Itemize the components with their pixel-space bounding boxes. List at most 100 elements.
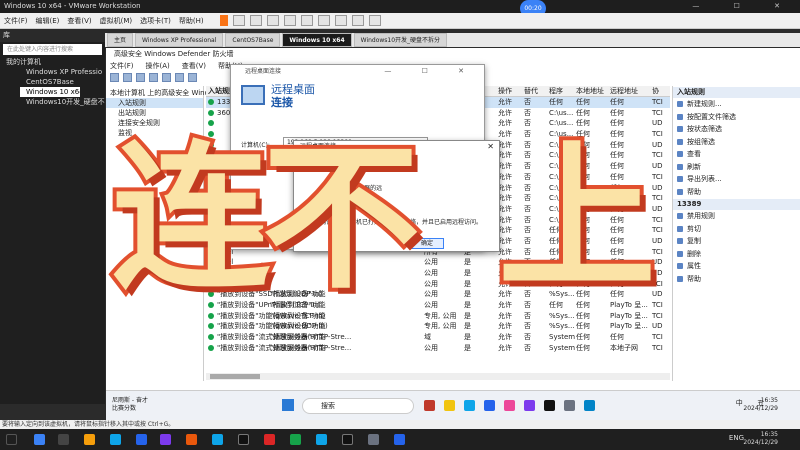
app-icon[interactable] (524, 400, 535, 411)
forward-icon[interactable] (123, 73, 132, 82)
library-root[interactable]: 我的计算机 (0, 57, 105, 67)
scroll-thumb[interactable] (210, 374, 260, 379)
fw-menu-view[interactable]: 查看(V) (182, 61, 206, 72)
action-item[interactable]: 按组筛选 (673, 136, 800, 149)
library-item[interactable]: CentOS7Base (0, 77, 105, 87)
unity-icon[interactable] (334, 15, 347, 26)
help-icon[interactable] (188, 73, 197, 82)
library-search-input[interactable]: 在此处键入内容进行搜索 (3, 44, 102, 55)
chrome-icon[interactable] (264, 434, 275, 445)
menu-edit[interactable]: 编辑(E) (36, 16, 60, 26)
app-icon[interactable] (504, 400, 515, 411)
revert-icon[interactable] (266, 15, 279, 26)
up-icon[interactable] (136, 73, 145, 82)
col-program[interactable]: 程序 (549, 86, 563, 97)
snapshot-icon[interactable] (249, 15, 262, 26)
library-item-selected[interactable]: Windows 10 x64 (20, 87, 80, 97)
close-icon[interactable]: ✕ (487, 142, 494, 151)
visual-studio-icon[interactable] (160, 434, 171, 445)
window-controls[interactable]: — ☐ ✕ (692, 0, 796, 13)
col-action[interactable]: 操作 (498, 86, 512, 97)
action-item[interactable]: 复制 (673, 235, 800, 248)
tab-home[interactable]: 主页 (107, 33, 134, 47)
menu-help[interactable]: 帮助(H) (179, 16, 204, 26)
stretch-icon[interactable] (368, 15, 381, 26)
tree-outbound[interactable]: 出站规则 (106, 108, 203, 118)
send-keys-icon[interactable] (232, 15, 245, 26)
col-override[interactable]: 替代 (524, 86, 538, 97)
menu-vm[interactable]: 虚拟机(M) (100, 16, 133, 26)
app-icon[interactable] (342, 434, 353, 445)
back-icon[interactable] (110, 73, 119, 82)
tab-win10dev[interactable]: Windows10开发_硬盘不拆分 (353, 33, 448, 47)
library-item[interactable]: Windows10开发_硬盘不 (0, 97, 105, 107)
action-item[interactable]: 新建规则... (673, 98, 800, 111)
terminal-icon[interactable] (238, 434, 249, 445)
fw-menu-file[interactable]: 文件(F) (110, 61, 134, 72)
tab-win10[interactable]: Windows 10 x64 (282, 33, 352, 47)
firefox-icon[interactable] (186, 434, 197, 445)
library-item[interactable]: Windows XP Professio (0, 67, 105, 77)
fw-menu-action[interactable]: 操作(A) (146, 61, 170, 72)
sidebar-toggle-icon[interactable] (300, 15, 313, 26)
search-icon[interactable] (58, 434, 69, 445)
app-icon[interactable] (316, 434, 327, 445)
action-item[interactable]: 按配置文件筛选 (673, 111, 800, 124)
app-icon[interactable] (368, 434, 379, 445)
host-lang[interactable]: ENG (729, 434, 744, 442)
export-icon[interactable] (175, 73, 184, 82)
windows-start-icon[interactable] (282, 399, 294, 411)
action-item[interactable]: 查看 (673, 148, 800, 161)
action-item[interactable]: 导出列表... (673, 173, 800, 186)
cell-local: 任何 (576, 343, 590, 352)
table-row[interactable]: "播放到设备"功能(qWave-UDP-In) "播放到设备"功能 专用, 公用是允… (206, 321, 670, 332)
wechat-icon[interactable] (290, 434, 301, 445)
app-icon[interactable] (212, 434, 223, 445)
menu-view[interactable]: 查看(V) (67, 16, 91, 26)
action-item[interactable]: 属性 (673, 260, 800, 273)
tab-centos[interactable]: CentOS7Base (225, 33, 281, 47)
action-item[interactable]: 禁用规则 (673, 210, 800, 223)
app-icon[interactable] (136, 434, 147, 445)
table-row[interactable]: "播放到设备"流式处理服务器(HTTP-Stre... "播放到设备"功能域是允许… (206, 332, 670, 343)
tree-inbound[interactable]: 入站规则 (106, 98, 203, 108)
start-icon[interactable] (34, 434, 45, 445)
terminal-icon[interactable] (544, 400, 555, 411)
edge-icon[interactable] (110, 434, 121, 445)
file-explorer-icon[interactable] (84, 434, 95, 445)
pause-icon[interactable] (219, 15, 228, 26)
action-item[interactable]: 剪切 (673, 223, 800, 236)
menu-tabs[interactable]: 选项卡(T) (140, 16, 171, 26)
file-explorer-icon[interactable] (444, 400, 455, 411)
tree-root[interactable]: 本地计算机 上的高级安全 Windows (106, 88, 223, 98)
action-item[interactable]: 帮助 (673, 273, 800, 286)
table-row[interactable]: "播放到设备"功能(qWave-TCP-In) "播放到设备"功能 专用, 公用是允… (206, 311, 670, 322)
tab-winxp[interactable]: Windows XP Professional (135, 33, 224, 47)
edge-icon[interactable] (464, 400, 475, 411)
vmware-icon[interactable] (394, 434, 405, 445)
manage-snapshot-icon[interactable] (283, 15, 296, 26)
col-remote[interactable]: 远程地址 (610, 86, 638, 97)
cell-ov: 否 (524, 108, 531, 117)
show-tree-icon[interactable] (149, 73, 158, 82)
col-proto[interactable]: 协 (652, 86, 659, 97)
rdp-window-controls[interactable]: — ☐ ✕ (384, 67, 478, 75)
app-icon[interactable] (564, 400, 575, 411)
fullscreen-icon[interactable] (317, 15, 330, 26)
action-item[interactable]: 删除 (673, 248, 800, 261)
menu-file[interactable]: 文件(F) (4, 16, 28, 26)
console-icon[interactable] (351, 15, 364, 26)
widgets-icon[interactable] (6, 434, 17, 445)
action-item[interactable]: 按状态筛选 (673, 123, 800, 136)
weather-widget[interactable]: 尼雨斯 - 奋才 比赛分数 (112, 397, 148, 413)
grid-hscroll[interactable] (206, 373, 670, 380)
table-row[interactable]: "播放到设备"流式处理服务器(HTTP-Stre... "播放到设备"功能 公用是允… (206, 343, 670, 354)
col-local[interactable]: 本地地址 (576, 86, 604, 97)
action-item[interactable]: 刷新 (673, 161, 800, 174)
store-icon[interactable] (484, 400, 495, 411)
settings-icon[interactable] (584, 400, 595, 411)
refresh-icon[interactable] (162, 73, 171, 82)
taskbar-search[interactable]: 搜索 (302, 398, 414, 414)
app-icon[interactable] (424, 400, 435, 411)
action-item[interactable]: 帮助 (673, 186, 800, 199)
